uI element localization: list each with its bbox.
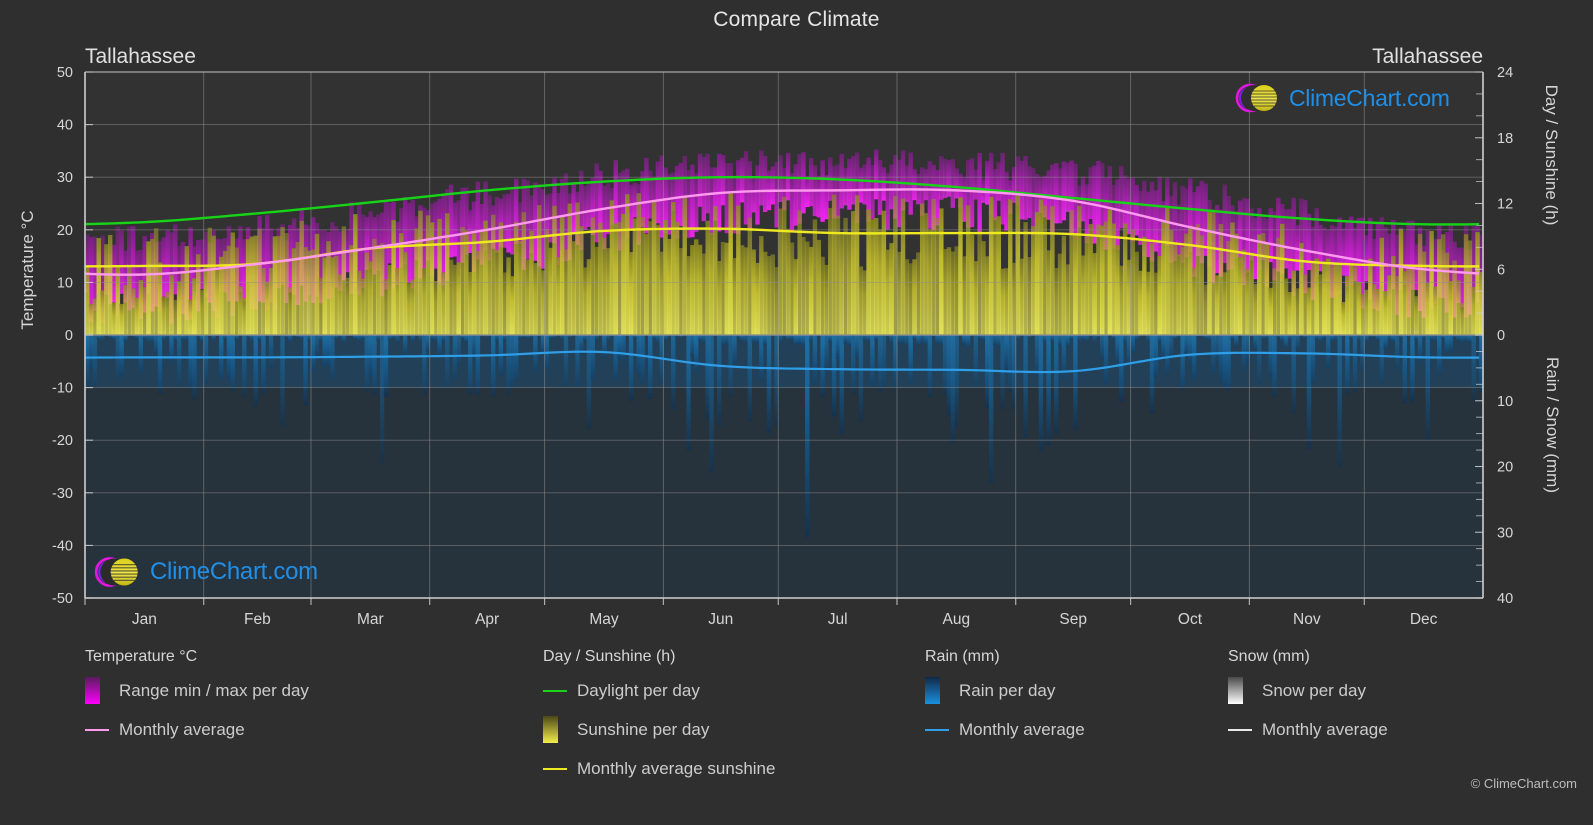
svg-text:Jul: Jul — [828, 611, 848, 628]
legend-item-label: Sunshine per day — [577, 719, 710, 739]
legend-swatch — [543, 716, 577, 743]
legend-item[interactable]: Rain per day — [925, 677, 1085, 704]
legend-swatch — [925, 728, 959, 731]
climechart-logo-mark — [1235, 83, 1277, 113]
svg-text:-30: -30 — [52, 486, 73, 502]
legend-swatch-box-icon — [85, 677, 100, 704]
svg-text:-20: -20 — [52, 433, 73, 449]
legend-item[interactable]: Monthly average sunshine — [543, 755, 775, 782]
svg-text:10: 10 — [57, 275, 73, 291]
svg-text:40: 40 — [1497, 591, 1513, 607]
svg-text:0: 0 — [65, 328, 73, 344]
legend-item-label: Rain per day — [959, 680, 1056, 700]
legend-group: Day / Sunshine (h) Daylight per day Sunshi… — [543, 648, 775, 794]
legend-item-label: Snow per day — [1262, 680, 1366, 700]
legend-item[interactable]: Snow per day — [1228, 677, 1388, 704]
svg-text:24: 24 — [1497, 65, 1513, 81]
legend-group-title: Temperature °C — [85, 648, 198, 665]
svg-text:6: 6 — [1497, 262, 1505, 278]
svg-text:50: 50 — [57, 65, 73, 81]
legend-item-label: Monthly average — [1262, 719, 1388, 739]
legend-swatch — [85, 728, 119, 731]
legend-swatch — [1228, 677, 1262, 704]
svg-text:40: 40 — [57, 118, 73, 134]
legend-swatch-line-icon — [925, 728, 949, 731]
legend-item[interactable]: Daylight per day — [543, 677, 775, 704]
climechart-logo-bottom: ClimeChart.com — [92, 553, 318, 591]
svg-text:20: 20 — [57, 223, 73, 239]
legend-item-label: Monthly average — [959, 719, 1085, 739]
legend-group-title: Rain (mm) — [925, 648, 1000, 665]
svg-text:30: 30 — [57, 170, 73, 186]
legend-swatch — [1228, 728, 1262, 731]
svg-text:-40: -40 — [52, 538, 73, 554]
legend-swatch — [543, 689, 577, 692]
legend-swatch-line-icon — [543, 689, 567, 692]
svg-text:Jun: Jun — [708, 611, 733, 628]
svg-text:-50: -50 — [52, 591, 73, 607]
legend-item-label: Daylight per day — [577, 680, 700, 700]
legend-group-title: Day / Sunshine (h) — [543, 648, 676, 665]
svg-text:0: 0 — [1497, 328, 1505, 344]
svg-text:30: 30 — [1497, 525, 1513, 541]
svg-text:-10: -10 — [52, 381, 73, 397]
legend-item[interactable]: Monthly average — [1228, 716, 1388, 743]
legend-item-label: Monthly average sunshine — [577, 758, 776, 778]
copyright-label: © ClimeChart.com — [1470, 776, 1577, 791]
legend-item[interactable]: Monthly average — [925, 716, 1085, 743]
climechart-logo-mark — [94, 557, 138, 587]
climechart-logo-text: ClimeChart.com — [150, 558, 318, 585]
climechart-logo-top: ClimeChart.com — [1233, 80, 1450, 116]
legend-swatch-line-icon — [85, 728, 109, 731]
svg-text:20: 20 — [1497, 460, 1513, 476]
svg-text:Nov: Nov — [1293, 611, 1321, 628]
svg-text:12: 12 — [1497, 197, 1513, 213]
legend-group-title: Snow (mm) — [1228, 648, 1310, 665]
legend-swatch-box-icon — [1228, 677, 1243, 704]
svg-text:Aug: Aug — [943, 611, 971, 628]
legend-item-label: Range min / max per day — [119, 680, 309, 700]
legend-group: Temperature °C Range min / max per day Mon… — [85, 648, 309, 755]
chart-legend: © ClimeChart.com Temperature °C Range min… — [0, 648, 1593, 825]
svg-text:May: May — [589, 611, 619, 628]
svg-text:10: 10 — [1497, 394, 1513, 410]
svg-text:Feb: Feb — [244, 611, 271, 628]
legend-item-label: Monthly average — [119, 719, 245, 739]
legend-swatch-line-icon — [1228, 728, 1252, 731]
legend-swatch — [925, 677, 959, 704]
climechart-logo-text: ClimeChart.com — [1289, 84, 1450, 111]
legend-item[interactable]: Range min / max per day — [85, 677, 309, 704]
legend-swatch-line-icon — [543, 767, 567, 770]
svg-text:18: 18 — [1497, 131, 1513, 147]
svg-text:Oct: Oct — [1178, 611, 1203, 628]
svg-text:Mar: Mar — [357, 611, 384, 628]
legend-item[interactable]: Sunshine per day — [543, 716, 775, 743]
legend-swatch — [85, 677, 119, 704]
legend-group: Snow (mm) Snow per day Monthly average — [1228, 648, 1388, 755]
svg-text:Jan: Jan — [132, 611, 157, 628]
legend-swatch-box-icon — [925, 677, 940, 704]
legend-group: Rain (mm) Rain per day Monthly average — [925, 648, 1085, 755]
legend-swatch-box-icon — [543, 716, 558, 743]
svg-text:Sep: Sep — [1059, 611, 1087, 628]
legend-swatch — [543, 767, 577, 770]
climate-chart-page: Compare Climate Tallahassee Tallahassee … — [0, 0, 1593, 825]
svg-text:Dec: Dec — [1410, 611, 1438, 628]
legend-item[interactable]: Monthly average — [85, 716, 309, 743]
svg-text:Apr: Apr — [475, 611, 499, 628]
